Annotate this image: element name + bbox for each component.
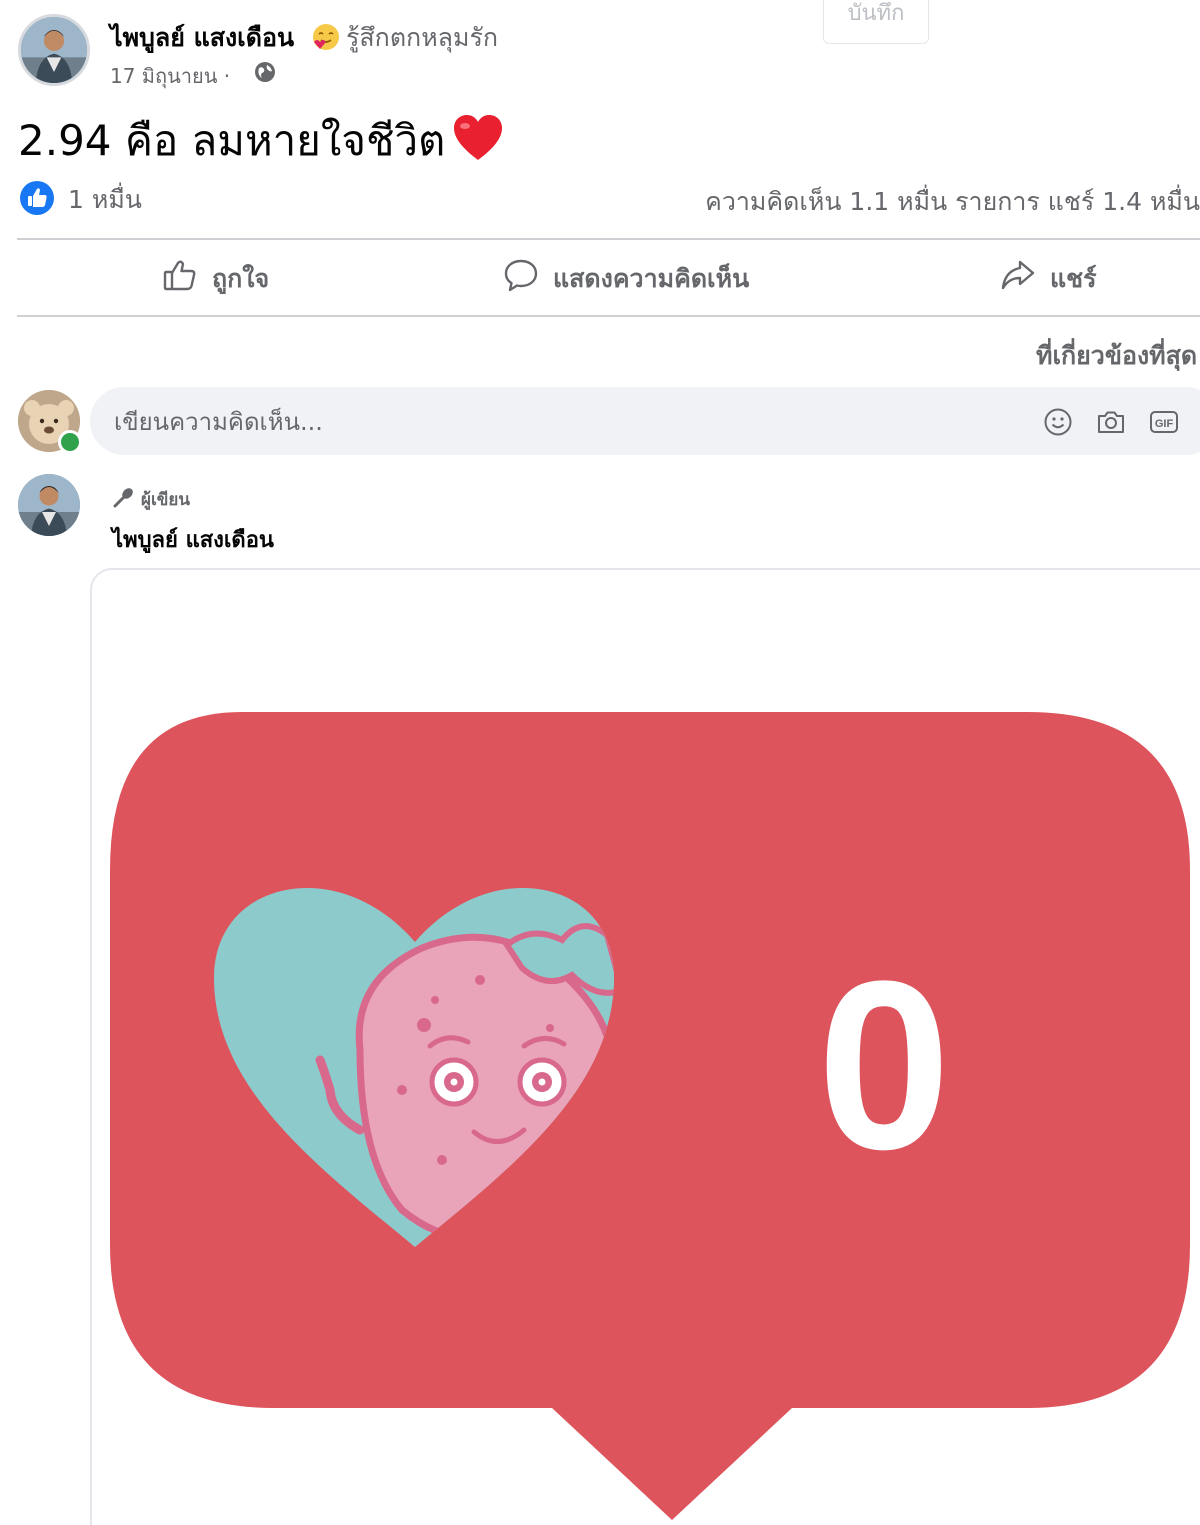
speech-bubble-icon (504, 259, 538, 292)
author-avatar[interactable] (18, 14, 90, 86)
divider (17, 315, 1200, 317)
save-button[interactable]: บันทึก (823, 0, 929, 44)
globe-icon (255, 62, 275, 82)
like-count[interactable]: 1 หมื่น (68, 180, 142, 220)
share-button-label: แชร์ (1050, 264, 1097, 293)
post-date[interactable]: 17 มิถุนายน · (110, 60, 230, 92)
comments-shares-count[interactable]: ความคิดเห็น 1.1 หมื่น รายการ แชร์ 1.4 หม… (705, 182, 1200, 222)
comment-button[interactable]: แสดงความคิดเห็น (503, 255, 803, 299)
thumbs-up-icon (163, 260, 196, 291)
share-button[interactable]: แชร์ (1000, 255, 1130, 299)
share-arrow-icon (1001, 260, 1035, 290)
camera-icon[interactable] (1095, 406, 1127, 438)
author-name[interactable]: ไพบูลย์ แสงเดือน (110, 18, 294, 58)
smiling-heart-emoji-icon (313, 24, 339, 50)
divider (17, 238, 1200, 240)
microphone-icon (113, 488, 133, 508)
svg-text:GIF: GIF (1155, 418, 1174, 430)
like-button[interactable]: ถูกใจ (162, 255, 312, 299)
comment-button-label: แสดงความคิดเห็น (553, 264, 750, 293)
like-counter-value: 0 (817, 931, 950, 1199)
facebook-post: ไพบูลย์ แสงเดือน รู้สึกตกหลุมรัก บันทึก … (0, 0, 1200, 1525)
red-heart-icon (454, 115, 502, 160)
online-status-indicator (58, 430, 82, 454)
comment-image[interactable]: 0 (90, 568, 1200, 1525)
commenter-name[interactable]: ไพบูลย์ แสงเดือน (112, 522, 274, 557)
comment-composer[interactable]: GIF (90, 387, 1200, 455)
like-button-label: ถูกใจ (212, 264, 270, 293)
save-button-label: บันทึก (847, 1, 905, 26)
gif-icon[interactable]: GIF (1148, 406, 1180, 438)
feeling-text: รู้สึกตกหลุมรัก (346, 23, 499, 52)
commenter-avatar[interactable] (18, 474, 80, 536)
like-counter-sticker: 0 (110, 712, 1190, 1520)
sort-comments-dropdown[interactable]: ที่เกี่ยวข้องที่สุด (1036, 336, 1197, 376)
emoji-icon[interactable] (1042, 406, 1074, 438)
post-text: 2.94 คือ ลมหายใจชีวิต (18, 116, 446, 165)
author-badge: ผู้เขียน (141, 490, 190, 510)
comment-input[interactable] (112, 401, 1016, 443)
like-reaction-icon[interactable] (19, 180, 55, 216)
